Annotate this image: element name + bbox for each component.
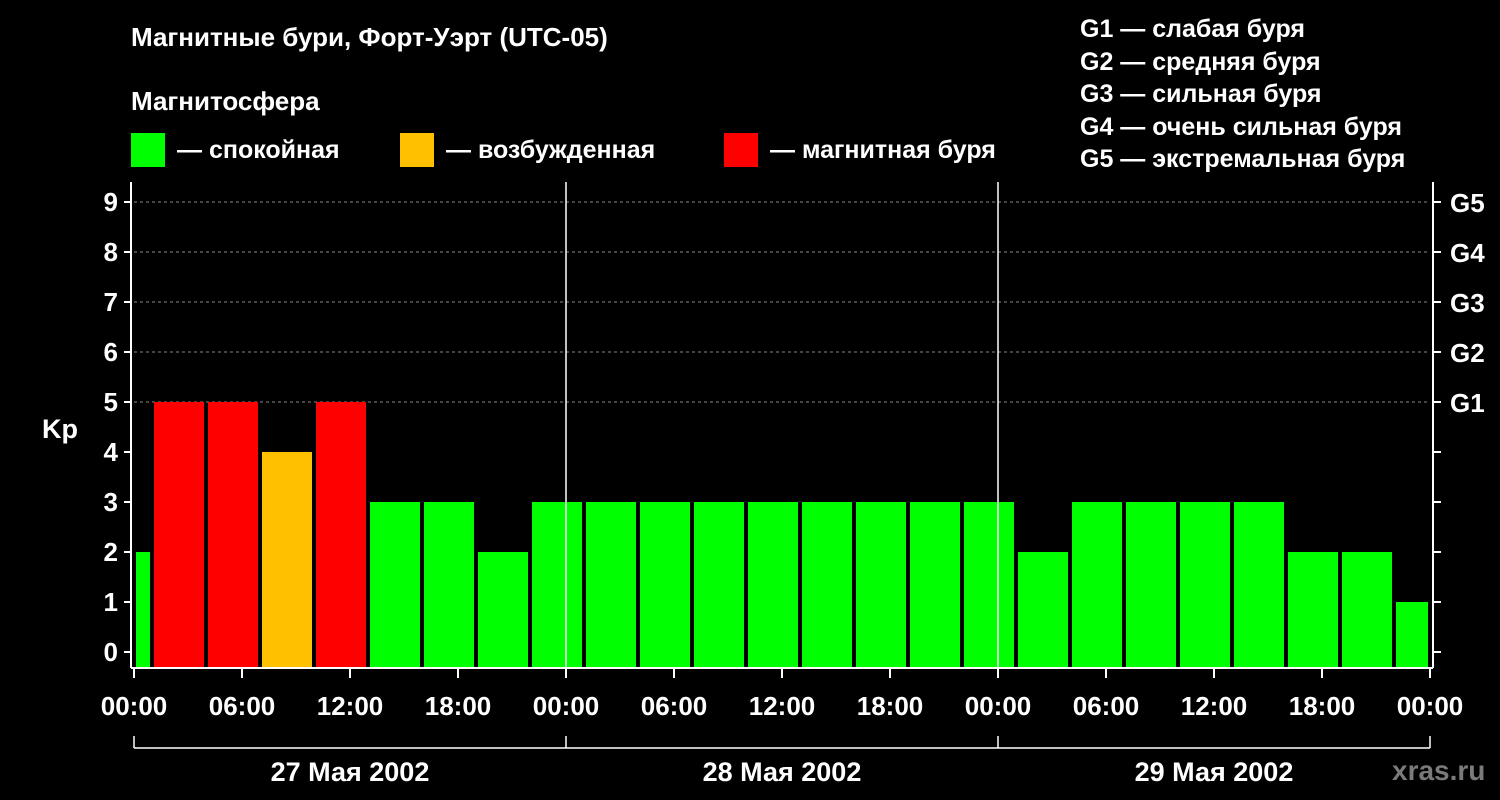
x-tick-label: 00:00 [533, 691, 600, 721]
kp-bar [1288, 552, 1338, 668]
y-tick-label: 7 [104, 287, 118, 317]
x-tick-label: 18:00 [425, 691, 492, 721]
kp-bar [964, 502, 1014, 668]
x-tick-label: 18:00 [857, 691, 924, 721]
y-tick-label: 8 [104, 237, 118, 267]
date-label: 28 Мая 2002 [703, 757, 862, 787]
kp-bar [748, 502, 798, 668]
right-tick-label: G4 [1450, 238, 1485, 268]
kp-bar [208, 402, 258, 668]
kp-bar [154, 402, 204, 668]
y-axis-label: Kp [42, 414, 78, 444]
x-tick-label: 00:00 [965, 691, 1032, 721]
y-tick-label: 1 [104, 587, 118, 617]
watermark: xras.ru [1392, 755, 1486, 786]
x-tick-label: 00:00 [1397, 691, 1464, 721]
kp-bar [586, 502, 636, 668]
right-tick-label: G2 [1450, 338, 1485, 368]
kp-bar [910, 502, 960, 668]
date-label: 29 Мая 2002 [1135, 757, 1294, 787]
kp-bar [424, 502, 474, 668]
kp-bar [640, 502, 690, 668]
x-tick-label: 18:00 [1289, 691, 1356, 721]
kp-bar [316, 402, 366, 668]
y-tick-label: 3 [104, 487, 118, 517]
kp-bar [1180, 502, 1230, 668]
kp-bar [136, 552, 150, 668]
kp-bar [1234, 502, 1284, 668]
kp-bar [370, 502, 420, 668]
kp-bar [532, 502, 582, 668]
x-tick-label: 12:00 [1181, 691, 1248, 721]
y-tick-label: 2 [104, 537, 118, 567]
kp-bar [1342, 552, 1392, 668]
kp-bar [1018, 552, 1068, 668]
kp-bar-chart: 0 1 2 3 4 5 6 7 8 9 G1 G2 G3 G4 G5 Kp 00:00 06:00 12:00 18:… [42, 182, 1485, 787]
y-tick-label: 6 [104, 337, 118, 367]
kp-bar [478, 552, 528, 668]
kp-bar [694, 502, 744, 668]
kp-bar [802, 502, 852, 668]
y-tick-label: 9 [104, 187, 118, 217]
x-tick-label: 12:00 [317, 691, 384, 721]
y-tick-label: 5 [104, 387, 118, 417]
x-tick-label: 06:00 [641, 691, 708, 721]
x-tick-label: 00:00 [101, 691, 168, 721]
kp-bar [1396, 602, 1428, 668]
x-tick-label: 06:00 [209, 691, 276, 721]
right-tick-label: G1 [1450, 388, 1485, 418]
kp-bar [856, 502, 906, 668]
right-tick-label: G3 [1450, 288, 1485, 318]
y-tick-label: 0 [104, 637, 118, 667]
y-tick-label: 4 [104, 437, 119, 467]
kp-bar [262, 452, 312, 668]
kp-bar [1072, 502, 1122, 668]
x-tick-label: 12:00 [749, 691, 816, 721]
kp-bar [1126, 502, 1176, 668]
x-tick-label: 06:00 [1073, 691, 1140, 721]
right-tick-label: G5 [1450, 188, 1485, 218]
date-label: 27 Мая 2002 [271, 757, 430, 787]
